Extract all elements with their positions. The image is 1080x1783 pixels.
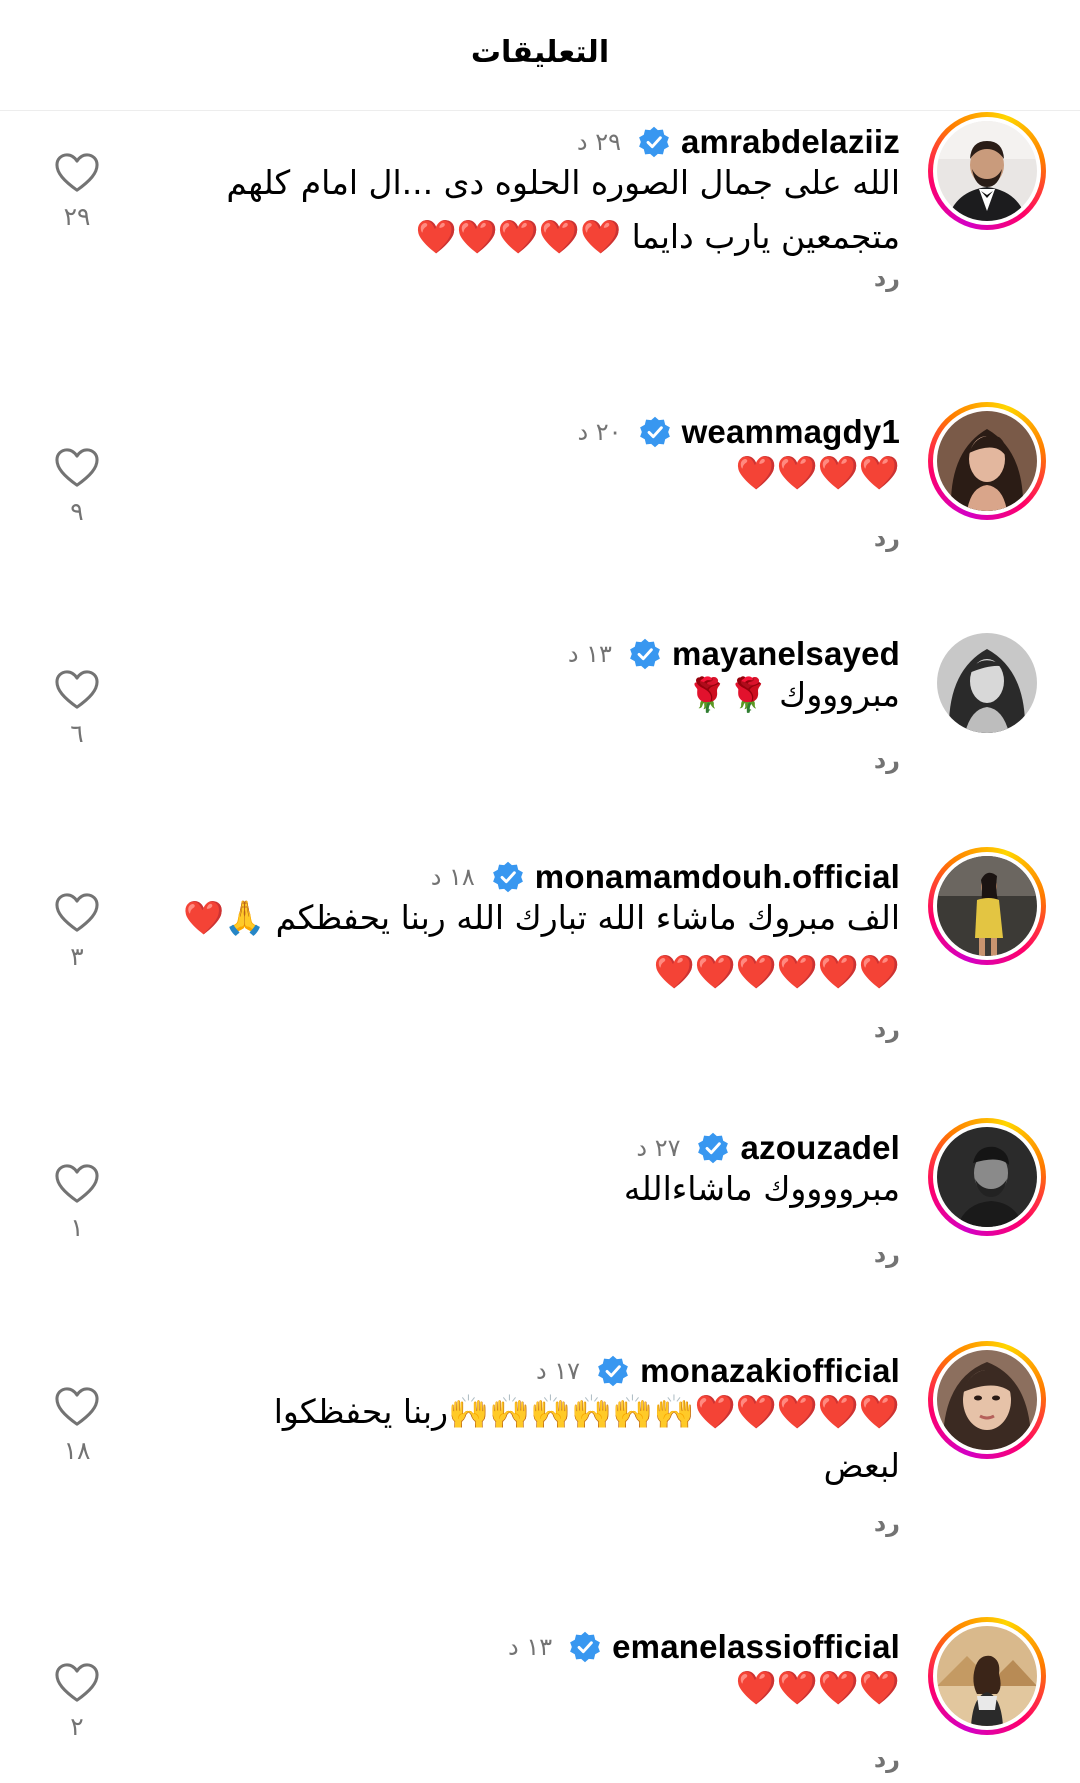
man-in-tuxedo-avatar [937, 121, 1037, 221]
comment-text-line: ❤️❤️❤️❤️ [735, 1668, 900, 1707]
avatar[interactable] [928, 624, 1046, 742]
sheet-header: التعليقات [0, 0, 1080, 111]
comment-text-line: مبرووووك ماشاءالله [623, 1169, 900, 1208]
heart-outline-icon[interactable] [54, 669, 100, 711]
woman-portrait-avatar [937, 411, 1037, 511]
heart-outline-icon[interactable] [54, 1662, 100, 1704]
heart-outline-icon[interactable] [54, 1163, 100, 1205]
comment-time: ٢٧ د [636, 1134, 681, 1162]
like-control[interactable]: ٢٩ [50, 152, 104, 231]
like-count: ٦ [70, 719, 84, 748]
verified-badge-icon [639, 416, 670, 448]
man-bw-portrait-avatar [937, 1127, 1037, 1227]
like-count: ٣ [70, 942, 84, 971]
comment-text-line: ❤️❤️❤️❤️❤️❤️ [653, 952, 900, 991]
comment-text: ❤️❤️❤️❤️ [736, 446, 900, 500]
comment-text: الله على جمال الصوره الحلوه دى ...ال اما… [226, 156, 900, 264]
reply-button[interactable]: رد [874, 264, 900, 292]
comment-time: ٢٠ د [577, 418, 622, 446]
comment-text: الف مبروك ماشاء الله تبارك الله ربنا يحف… [183, 891, 900, 999]
comments-sheet: التعليقات amrabdelaziiz ٢٩ د الله على جم… [0, 0, 1080, 1783]
woman-closeup-avatar [937, 1350, 1037, 1450]
comment-text: ❤️❤️❤️❤️ [736, 1661, 900, 1715]
comment-text-line: ❤️❤️❤️❤️ [735, 453, 900, 492]
comment-text-line: مبروووك 🌹🌹 [686, 675, 900, 714]
comment-time: ١٧ د [535, 1357, 581, 1385]
reply-button[interactable]: رد [874, 524, 900, 552]
verified-badge-icon [492, 861, 523, 893]
avatar[interactable] [928, 847, 1046, 965]
avatar[interactable] [928, 1118, 1046, 1236]
like-count: ٢ [70, 1712, 84, 1741]
like-count: ٢٩ [63, 202, 91, 231]
like-count: ١ [70, 1213, 84, 1242]
verified-badge-icon [630, 638, 660, 670]
verified-badge-icon [570, 1631, 600, 1663]
like-control[interactable]: ١٨ [50, 1386, 104, 1465]
verified-badge-icon [598, 1355, 628, 1387]
like-control[interactable]: ٦ [50, 669, 104, 748]
avatar[interactable] [928, 112, 1046, 230]
like-control[interactable]: ٣ [50, 892, 104, 971]
comment-text: ❤️❤️❤️❤️❤️🙌🙌🙌🙌🙌🙌ربنا يحفظكوا لبعض [274, 1385, 900, 1493]
like-count: ٩ [70, 497, 84, 526]
comment-time: ٢٩ د [576, 128, 621, 156]
verified-badge-icon [698, 1132, 729, 1164]
reply-button[interactable]: رد [874, 1240, 900, 1268]
heart-outline-icon[interactable] [54, 1386, 100, 1428]
comment-text: مبرووووك ماشاءالله [624, 1162, 900, 1216]
page-title: التعليقات [470, 34, 610, 70]
comment-text-line: الله على جمال الصوره الحلوه دى ...ال اما… [226, 163, 900, 202]
comment-text-line: ❤️❤️❤️❤️❤️🙌🙌🙌🙌🙌🙌ربنا يحفظكوا [273, 1392, 900, 1431]
avatar[interactable] [928, 1617, 1046, 1735]
reply-button[interactable]: رد [874, 746, 900, 774]
like-control[interactable]: ١ [50, 1163, 104, 1242]
comment-text-line: الف مبروك ماشاء الله تبارك الله ربنا يحف… [183, 898, 900, 937]
verified-badge-icon [639, 126, 669, 158]
comment-text-line: لبعض [823, 1446, 900, 1485]
comment-time: ١٣ د [507, 1633, 553, 1661]
reply-button[interactable]: رد [874, 1015, 900, 1043]
comment-time: ١٣ د [567, 640, 612, 668]
avatar[interactable] [928, 402, 1046, 520]
woman-bw-portrait-avatar [937, 633, 1037, 733]
heart-outline-icon[interactable] [54, 152, 100, 194]
comment-text: مبروووك 🌹🌹 [686, 668, 900, 722]
like-control[interactable]: ٩ [50, 447, 104, 526]
like-control[interactable]: ٢ [50, 1662, 104, 1741]
like-count: ١٨ [63, 1436, 91, 1465]
heart-outline-icon[interactable] [54, 892, 100, 934]
heart-outline-icon[interactable] [54, 447, 100, 489]
comment-text-line: متجمعين يارب دايما ❤️❤️❤️❤️❤️ [415, 217, 900, 256]
reply-button[interactable]: رد [874, 1509, 900, 1537]
reply-button[interactable]: رد [874, 1745, 900, 1773]
woman-desert-avatar [937, 1626, 1037, 1726]
woman-yellow-dress-avatar [937, 856, 1037, 956]
avatar[interactable] [928, 1341, 1046, 1459]
comment-time: ١٨ د [430, 863, 475, 891]
